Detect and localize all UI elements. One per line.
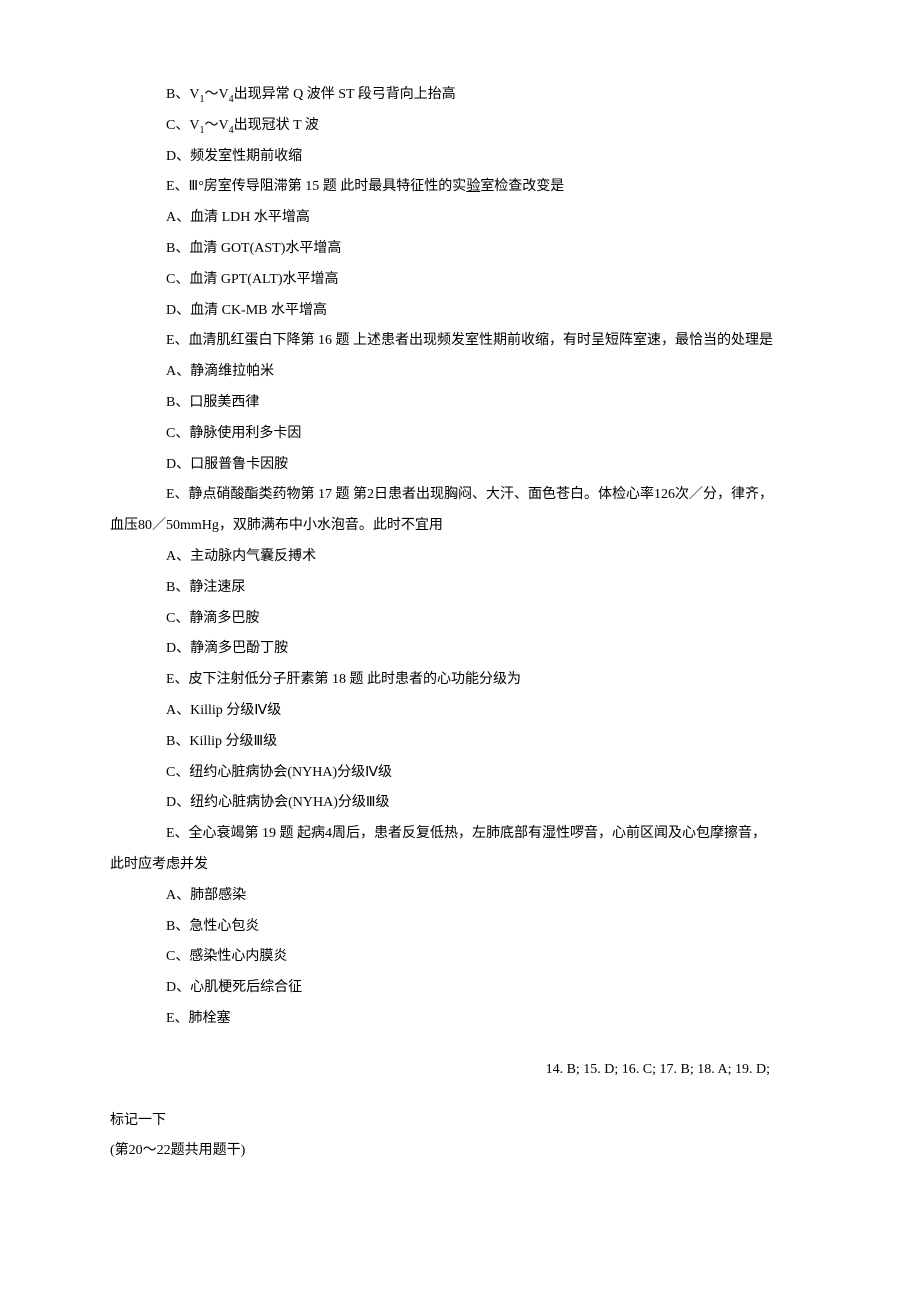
q16-option-b: B、口服美西律 (110, 388, 810, 419)
q17-stem-cont: 血压80／50mmHg，双肺满布中小水泡音。此时不宜用 (110, 511, 810, 542)
mark-label: 标记一下 (110, 1106, 810, 1137)
answer-key: 14. B; 15. D; 16. C; 17. B; 18. A; 19. D… (110, 1055, 810, 1086)
option-c: C、V1～V4出现冠状 T 波 (110, 111, 810, 142)
q17-option-a: A、主动脉内气囊反搏术 (110, 542, 810, 573)
q19-option-b: B、急性心包炎 (110, 912, 810, 943)
q19-option-c: C、感染性心内膜炎 (110, 942, 810, 973)
q16-option-a: A、静滴维拉帕米 (110, 357, 810, 388)
q18-option-d: D、纽约心脏病协会(NYHA)分级Ⅲ级 (110, 788, 810, 819)
q17-option-e-q18: E、皮下注射低分子肝素第 18 题 此时患者的心功能分级为 (110, 665, 810, 696)
q16-option-c: C、静脉使用利多卡因 (110, 419, 810, 450)
q18-option-e-q19: E、全心衰竭第 19 题 起病4周后，患者反复低热，左肺底部有湿性啰音，心前区闻… (110, 819, 810, 850)
q19-option-d: D、心肌梗死后综合征 (110, 973, 810, 1004)
q19-option-a: A、肺部感染 (110, 881, 810, 912)
q15-option-d: D、血清 CK-MB 水平增高 (110, 296, 810, 327)
q18-option-c: C、纽约心脏病协会(NYHA)分级Ⅳ级 (110, 758, 810, 789)
option-b: B、V1～V4出现异常 Q 波伴 ST 段弓背向上抬高 (110, 80, 810, 111)
q15-option-c: C、血清 GPT(ALT)水平增高 (110, 265, 810, 296)
q19-option-e: E、肺栓塞 (110, 1004, 810, 1035)
q15-option-a: A、血清 LDH 水平增高 (110, 203, 810, 234)
question-group-label: (第20～22题共用题干) (110, 1136, 810, 1167)
option-e-q15: E、Ⅲ°房室传导阻滞第 15 题 此时最具特征性的实验室检查改变是 (110, 172, 810, 203)
q17-option-b: B、静注速尿 (110, 573, 810, 604)
q17-option-c: C、静滴多巴胺 (110, 604, 810, 635)
q16-option-d: D、口服普鲁卡因胺 (110, 450, 810, 481)
q18-option-b: B、Killip 分级Ⅲ级 (110, 727, 810, 758)
q18-option-a: A、Killip 分级Ⅳ级 (110, 696, 810, 727)
q15-option-b: B、血清 GOT(AST)水平增高 (110, 234, 810, 265)
q16-option-e-q17: E、静点硝酸酯类药物第 17 题 第2日患者出现胸闷、大汗、面色苍白。体检心率1… (110, 480, 810, 511)
q17-option-d: D、静滴多巴酚丁胺 (110, 634, 810, 665)
option-d: D、频发室性期前收缩 (110, 142, 810, 173)
q15-option-e-q16: E、血清肌红蛋白下降第 16 题 上述患者出现频发室性期前收缩，有时呈短阵室速，… (110, 326, 810, 357)
q19-stem-cont: 此时应考虑并发 (110, 850, 810, 881)
